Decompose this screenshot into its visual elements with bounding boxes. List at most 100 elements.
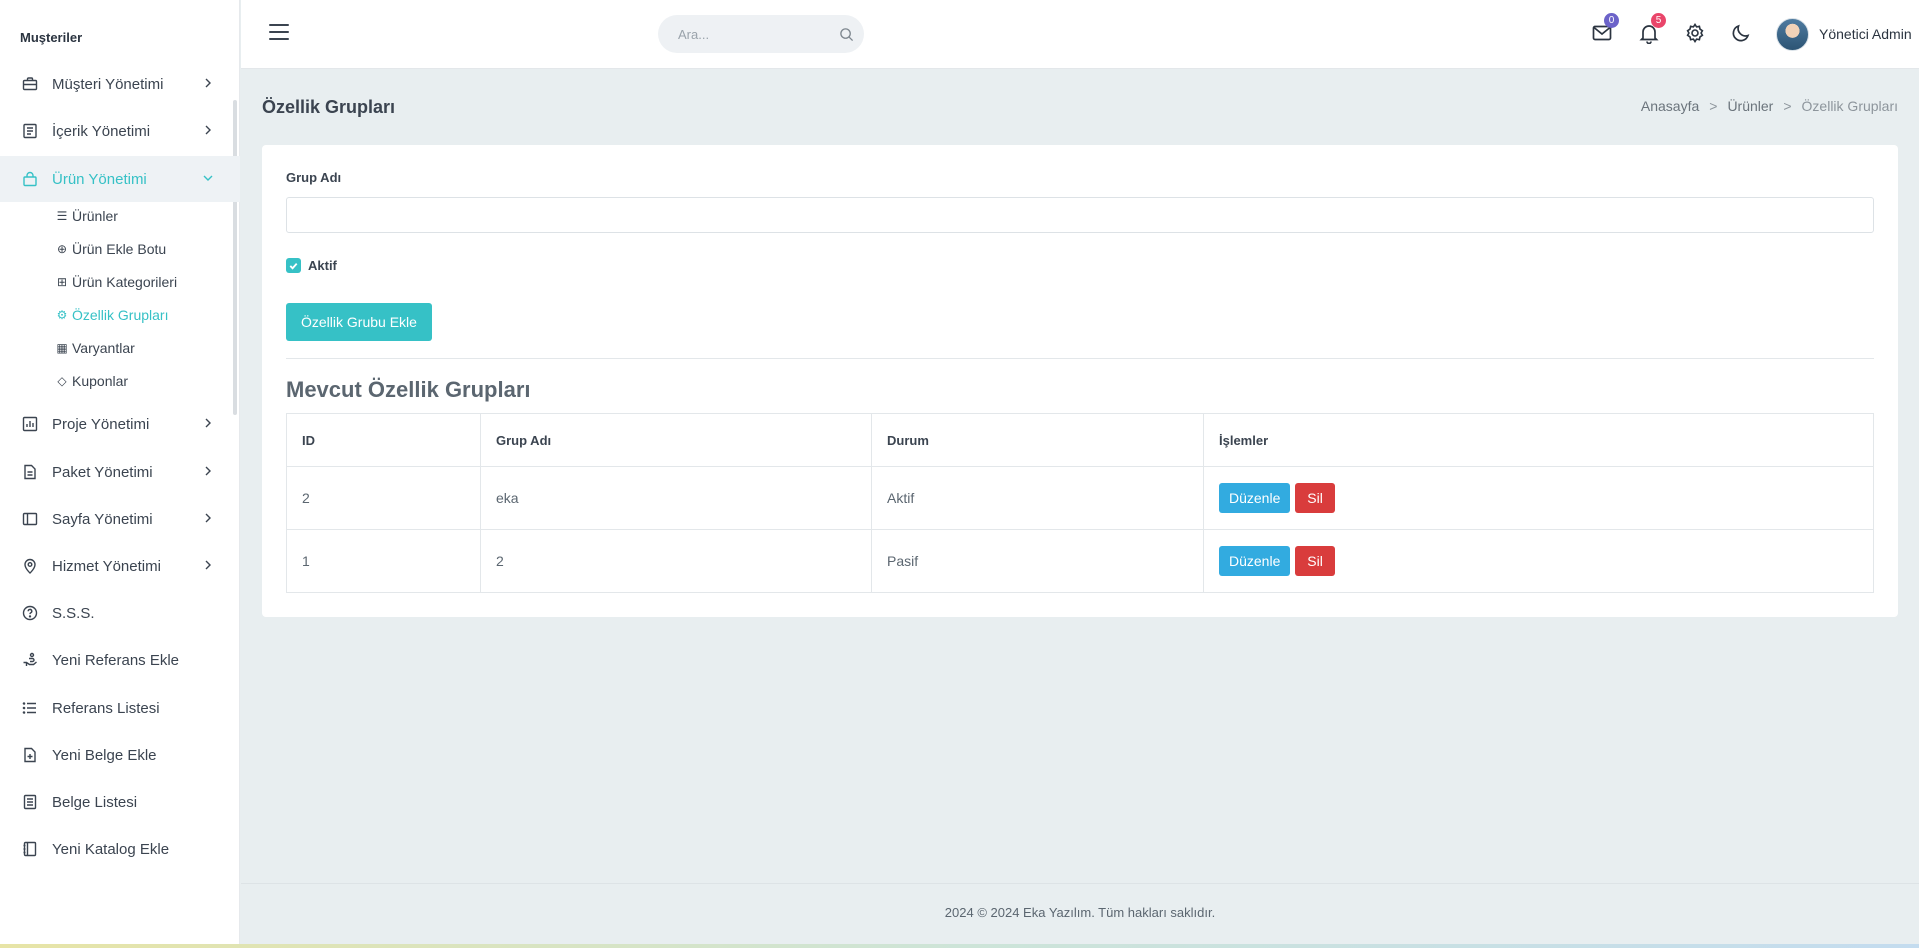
breadcrumb: Anasayfa > Ürünler > Özellik Grupları <box>1641 98 1898 114</box>
sidebar-item-yeni-belge-ekle[interactable]: Yeni Belge Ekle <box>0 732 240 778</box>
sidebar-item-label: Müşteri Yönetimi <box>52 75 164 93</box>
feature-groups-table: ID Grup Adı Durum İşlemler 2 eka Aktif D… <box>286 413 1874 593</box>
sidebar-item-label: Belge Listesi <box>52 793 138 811</box>
group-name-input[interactable] <box>286 197 1874 233</box>
avatar <box>1776 17 1809 51</box>
chevron-right-icon <box>205 418 211 428</box>
sidebar-subitem-urunler[interactable]: ☰ Ürünler <box>56 204 118 228</box>
tag-icon: ◇ <box>57 374 67 388</box>
divider <box>286 358 1874 359</box>
document-icon <box>22 123 38 139</box>
footer-copyright: 2024 © 2024 Eka Yazılım. Tüm hakları sak… <box>944 905 1216 920</box>
bag-icon <box>22 171 38 187</box>
book-icon <box>22 841 38 857</box>
sidebar-subitem-varyantlar[interactable]: ▦ Varyantlar <box>56 336 135 360</box>
cell-status: Pasif <box>871 529 1204 593</box>
bottom-strip <box>0 944 1919 948</box>
sidebar-item-label: Referans Listesi <box>52 699 160 717</box>
chevron-right-icon <box>205 78 211 88</box>
sidebar-item-sayfa-yonetimi[interactable]: Sayfa Yönetimi <box>0 496 240 542</box>
footer: 2024 © 2024 Eka Yazılım. Tüm hakları sak… <box>241 883 1919 948</box>
sidebar-item-referans-listesi[interactable]: Referans Listesi <box>0 685 240 731</box>
sidebar-subitem-kuponlar[interactable]: ◇ Kuponlar <box>56 369 128 393</box>
sidebar-item-hizmet-yonetimi[interactable]: Hizmet Yönetimi <box>0 543 240 589</box>
mail-badge: 0 <box>1604 13 1619 28</box>
cell-actions: Düzenle Sil <box>1203 466 1874 530</box>
page-title: Özellik Grupları <box>262 97 396 117</box>
sidebar-item-icerik-yonetimi[interactable]: İçerik Yönetimi <box>0 108 240 154</box>
file-icon <box>22 464 38 480</box>
topbar: 0 5 Yönetici Admin <box>241 0 1919 69</box>
sidebar-item-label: Hizmet Yönetimi <box>52 557 161 575</box>
sidebar-item-urun-yonetimi[interactable]: Ürün Yönetimi <box>0 156 240 202</box>
theme-toggle-button[interactable] <box>1730 22 1752 44</box>
sidebar-item-proje-yonetimi[interactable]: Proje Yönetimi <box>0 401 240 447</box>
column-header-actions: İşlemler <box>1203 413 1874 467</box>
group-name-label: Grup Adı <box>286 170 342 185</box>
user-name: Yönetici Admin <box>1819 26 1912 42</box>
list-icon: ☰ <box>56 209 68 223</box>
menu-toggle-icon[interactable] <box>269 24 289 42</box>
search-input[interactable] <box>658 15 828 53</box>
location-icon <box>22 558 38 574</box>
sidebar-item-label: Yeni Referans Ekle <box>52 651 180 669</box>
breadcrumb-home[interactable]: Anasayfa <box>1641 98 1699 114</box>
active-checkbox-label: Aktif <box>308 258 337 273</box>
delete-button[interactable]: Sil <box>1295 546 1335 576</box>
add-feature-group-button[interactable]: Özellik Grubu Ekle <box>286 303 432 341</box>
sidebar-item-yeni-referans-ekle[interactable]: Yeni Referans Ekle <box>0 637 240 683</box>
sidebar-item-label: Proje Yönetimi <box>52 415 150 433</box>
question-icon <box>22 605 38 621</box>
breadcrumb-products[interactable]: Ürünler <box>1727 98 1773 114</box>
user-menu[interactable]: Yönetici Admin <box>1776 17 1912 51</box>
sidebar-subitem-label: Özellik Grupları <box>72 307 169 323</box>
notifications-button[interactable]: 5 <box>1638 13 1666 45</box>
sidebar-subitem-urun-ekle-botu[interactable]: ⊕ Ürün Ekle Botu <box>56 237 166 261</box>
sidebar-item-label: İçerik Yönetimi <box>52 122 151 140</box>
active-checkbox[interactable]: Aktif <box>286 258 337 273</box>
edit-button[interactable]: Düzenle <box>1219 483 1291 513</box>
cell-name: eka <box>480 466 872 530</box>
sidebar-item-label: Yeni Belge Ekle <box>52 746 157 764</box>
sidebar-item-label: Sayfa Yönetimi <box>52 510 153 528</box>
content-card: Grup Adı Aktif Özellik Grubu Ekle Mevcut… <box>262 145 1898 617</box>
sidebar-section-title: Muşteriler <box>20 30 83 45</box>
file-plus-icon <box>22 747 38 763</box>
cell-name: 2 <box>480 529 872 593</box>
column-header-status: Durum <box>871 413 1204 467</box>
sidebar-item-musteri-yonetimi[interactable]: Müşteri Yönetimi <box>0 61 240 107</box>
table-row: 2 eka Aktif Düzenle Sil <box>286 466 1874 530</box>
delete-button[interactable]: Sil <box>1295 483 1335 513</box>
list-icon <box>22 700 38 716</box>
sidebar-item-label: Ürün Yönetimi <box>52 170 147 188</box>
search-icon[interactable] <box>839 27 854 42</box>
list-heading: Mevcut Özellik Grupları <box>286 377 531 402</box>
hand-icon <box>22 652 38 668</box>
edit-button[interactable]: Düzenle <box>1219 546 1291 576</box>
cell-actions: Düzenle Sil <box>1203 529 1874 593</box>
gear-icon: ⚙ <box>56 308 68 322</box>
sidebar-subitem-ozellik-gruplari[interactable]: ⚙ Özellik Grupları <box>56 303 169 327</box>
sidebar-item-yeni-katalog-ekle[interactable]: Yeni Katalog Ekle <box>0 826 240 872</box>
sidebar-item-sss[interactable]: S.S.S. <box>0 590 240 636</box>
mail-button[interactable]: 0 <box>1591 13 1619 44</box>
sidebar-subitem-label: Kuponlar <box>72 373 129 389</box>
table-header-row: ID Grup Adı Durum İşlemler <box>286 413 1874 467</box>
column-header-name: Grup Adı <box>480 413 872 467</box>
settings-button[interactable] <box>1684 22 1706 44</box>
sidebar-item-paket-yonetimi[interactable]: Paket Yönetimi <box>0 449 240 495</box>
sidebar-item-belge-listesi[interactable]: Belge Listesi <box>0 779 240 825</box>
search-box <box>658 15 864 53</box>
sidebar-subitem-label: Ürün Ekle Botu <box>72 241 167 257</box>
layout-icon <box>22 511 38 527</box>
cell-id: 2 <box>286 466 481 530</box>
sidebar-subitem-label: Varyantlar <box>72 340 135 356</box>
file-text-icon <box>22 794 38 810</box>
breadcrumb-separator: > <box>1709 98 1718 114</box>
sidebar-subitem-urun-kategorileri[interactable]: ⊞ Ürün Kategorileri <box>56 270 177 294</box>
notification-badge: 5 <box>1651 13 1666 28</box>
sidebar-item-label: S.S.S. <box>52 604 95 622</box>
cell-id: 1 <box>286 529 481 593</box>
sidebar-item-label: Yeni Katalog Ekle <box>52 840 170 858</box>
checkbox-checked-icon <box>286 258 301 273</box>
